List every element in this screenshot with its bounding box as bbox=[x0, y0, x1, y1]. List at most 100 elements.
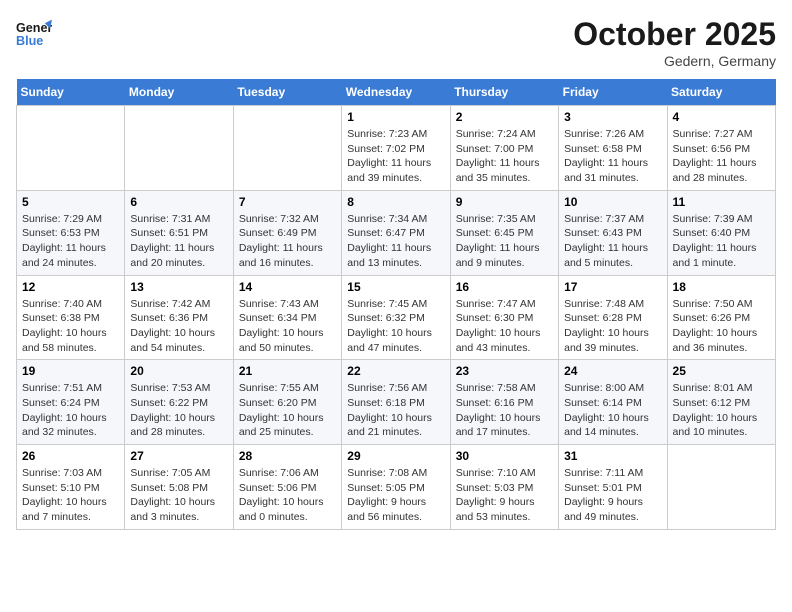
calendar-cell: 30Sunrise: 7:10 AM Sunset: 5:03 PM Dayli… bbox=[450, 445, 558, 530]
calendar-cell: 24 Sunrise: 8:00 AM Sunset: 6:14 PM Dayli… bbox=[559, 360, 667, 445]
day-number: 7 bbox=[239, 195, 336, 209]
day-number: 23 bbox=[456, 364, 553, 378]
day-number: 8 bbox=[347, 195, 444, 209]
calendar-cell: 9 Sunrise: 7:35 AM Sunset: 6:45 PM Daylig… bbox=[450, 190, 558, 275]
day-info: Sunrise: 7:24 AM Sunset: 7:00 PM Dayligh… bbox=[456, 127, 553, 186]
calendar-cell: 16Sunrise: 7:47 AM Sunset: 6:30 PM Dayli… bbox=[450, 275, 558, 360]
day-number: 19 bbox=[22, 364, 119, 378]
svg-text:Blue: Blue bbox=[16, 34, 43, 48]
weekday-header-tuesday: Tuesday bbox=[233, 79, 341, 106]
day-info: Sunrise: 7:40 AM Sunset: 6:38 PM Dayligh… bbox=[22, 297, 119, 356]
day-number: 9 bbox=[456, 195, 553, 209]
day-number: 16 bbox=[456, 280, 553, 294]
month-title: October 2025 bbox=[573, 16, 776, 53]
day-number: 6 bbox=[130, 195, 227, 209]
day-info: Sunrise: 7:45 AM Sunset: 6:32 PM Dayligh… bbox=[347, 297, 444, 356]
calendar-cell: 3Sunrise: 7:26 AM Sunset: 6:58 PM Daylig… bbox=[559, 106, 667, 191]
calendar-cell: 10 Sunrise: 7:37 AM Sunset: 6:43 PM Dayli… bbox=[559, 190, 667, 275]
calendar-cell: 2 Sunrise: 7:24 AM Sunset: 7:00 PM Daylig… bbox=[450, 106, 558, 191]
day-number: 29 bbox=[347, 449, 444, 463]
day-number: 18 bbox=[673, 280, 770, 294]
calendar-cell: 23 Sunrise: 7:58 AM Sunset: 6:16 PM Dayli… bbox=[450, 360, 558, 445]
weekday-header-saturday: Saturday bbox=[667, 79, 775, 106]
calendar-cell: 20 Sunrise: 7:53 AM Sunset: 6:22 PM Dayli… bbox=[125, 360, 233, 445]
day-number: 26 bbox=[22, 449, 119, 463]
day-number: 12 bbox=[22, 280, 119, 294]
day-info: Sunrise: 7:56 AM Sunset: 6:18 PM Dayligh… bbox=[347, 381, 444, 440]
calendar-cell: 11Sunrise: 7:39 AM Sunset: 6:40 PM Dayli… bbox=[667, 190, 775, 275]
calendar-cell bbox=[667, 445, 775, 530]
location: Gedern, Germany bbox=[573, 53, 776, 69]
calendar-cell: 7 Sunrise: 7:32 AM Sunset: 6:49 PM Daylig… bbox=[233, 190, 341, 275]
day-info: Sunrise: 7:08 AM Sunset: 5:05 PM Dayligh… bbox=[347, 466, 444, 525]
day-info: Sunrise: 7:05 AM Sunset: 5:08 PM Dayligh… bbox=[130, 466, 227, 525]
weekday-header-thursday: Thursday bbox=[450, 79, 558, 106]
calendar-cell: 19Sunrise: 7:51 AM Sunset: 6:24 PM Dayli… bbox=[17, 360, 125, 445]
day-number: 14 bbox=[239, 280, 336, 294]
day-number: 4 bbox=[673, 110, 770, 124]
day-number: 22 bbox=[347, 364, 444, 378]
day-info: Sunrise: 7:48 AM Sunset: 6:28 PM Dayligh… bbox=[564, 297, 661, 356]
title-block: October 2025 Gedern, Germany bbox=[573, 16, 776, 69]
day-info: Sunrise: 7:27 AM Sunset: 6:56 PM Dayligh… bbox=[673, 127, 770, 186]
calendar-cell: 18 Sunrise: 7:50 AM Sunset: 6:26 PM Dayli… bbox=[667, 275, 775, 360]
day-number: 15 bbox=[347, 280, 444, 294]
calendar-cell: 21 Sunrise: 7:55 AM Sunset: 6:20 PM Dayli… bbox=[233, 360, 341, 445]
day-number: 30 bbox=[456, 449, 553, 463]
day-number: 2 bbox=[456, 110, 553, 124]
calendar-cell: 12 Sunrise: 7:40 AM Sunset: 6:38 PM Dayli… bbox=[17, 275, 125, 360]
weekday-header-monday: Monday bbox=[125, 79, 233, 106]
day-number: 31 bbox=[564, 449, 661, 463]
day-info: Sunrise: 8:00 AM Sunset: 6:14 PM Dayligh… bbox=[564, 381, 661, 440]
day-info: Sunrise: 7:55 AM Sunset: 6:20 PM Dayligh… bbox=[239, 381, 336, 440]
day-number: 5 bbox=[22, 195, 119, 209]
day-number: 28 bbox=[239, 449, 336, 463]
calendar-week-4: 19Sunrise: 7:51 AM Sunset: 6:24 PM Dayli… bbox=[17, 360, 776, 445]
day-number: 21 bbox=[239, 364, 336, 378]
calendar-body: 1Sunrise: 7:23 AM Sunset: 7:02 PM Daylig… bbox=[17, 106, 776, 530]
day-info: Sunrise: 7:06 AM Sunset: 5:06 PM Dayligh… bbox=[239, 466, 336, 525]
weekday-header-sunday: Sunday bbox=[17, 79, 125, 106]
day-number: 13 bbox=[130, 280, 227, 294]
calendar-cell: 5 Sunrise: 7:29 AM Sunset: 6:53 PM Daylig… bbox=[17, 190, 125, 275]
calendar-header: SundayMondayTuesdayWednesdayThursdayFrid… bbox=[17, 79, 776, 106]
day-info: Sunrise: 7:37 AM Sunset: 6:43 PM Dayligh… bbox=[564, 212, 661, 271]
day-number: 11 bbox=[673, 195, 770, 209]
day-info: Sunrise: 7:50 AM Sunset: 6:26 PM Dayligh… bbox=[673, 297, 770, 356]
day-info: Sunrise: 7:42 AM Sunset: 6:36 PM Dayligh… bbox=[130, 297, 227, 356]
day-number: 24 bbox=[564, 364, 661, 378]
day-info: Sunrise: 7:58 AM Sunset: 6:16 PM Dayligh… bbox=[456, 381, 553, 440]
calendar-cell: 25Sunrise: 8:01 AM Sunset: 6:12 PM Dayli… bbox=[667, 360, 775, 445]
day-number: 27 bbox=[130, 449, 227, 463]
calendar-cell: 1Sunrise: 7:23 AM Sunset: 7:02 PM Daylig… bbox=[342, 106, 450, 191]
calendar-cell: 13 Sunrise: 7:42 AM Sunset: 6:36 PM Dayli… bbox=[125, 275, 233, 360]
day-info: Sunrise: 7:35 AM Sunset: 6:45 PM Dayligh… bbox=[456, 212, 553, 271]
day-info: Sunrise: 7:34 AM Sunset: 6:47 PM Dayligh… bbox=[347, 212, 444, 271]
calendar-cell: 31Sunrise: 7:11 AM Sunset: 5:01 PM Dayli… bbox=[559, 445, 667, 530]
logo-icon: General Blue bbox=[16, 16, 52, 52]
calendar-cell: 28 Sunrise: 7:06 AM Sunset: 5:06 PM Dayli… bbox=[233, 445, 341, 530]
day-info: Sunrise: 7:26 AM Sunset: 6:58 PM Dayligh… bbox=[564, 127, 661, 186]
calendar-cell bbox=[125, 106, 233, 191]
calendar-cell: 4 Sunrise: 7:27 AM Sunset: 6:56 PM Daylig… bbox=[667, 106, 775, 191]
calendar-week-1: 1Sunrise: 7:23 AM Sunset: 7:02 PM Daylig… bbox=[17, 106, 776, 191]
calendar-table: SundayMondayTuesdayWednesdayThursdayFrid… bbox=[16, 79, 776, 530]
day-info: Sunrise: 7:32 AM Sunset: 6:49 PM Dayligh… bbox=[239, 212, 336, 271]
day-number: 17 bbox=[564, 280, 661, 294]
calendar-cell bbox=[17, 106, 125, 191]
day-info: Sunrise: 7:53 AM Sunset: 6:22 PM Dayligh… bbox=[130, 381, 227, 440]
page-header: General Blue October 2025 Gedern, German… bbox=[16, 16, 776, 69]
calendar-cell: 14Sunrise: 7:43 AM Sunset: 6:34 PM Dayli… bbox=[233, 275, 341, 360]
day-info: Sunrise: 8:01 AM Sunset: 6:12 PM Dayligh… bbox=[673, 381, 770, 440]
day-info: Sunrise: 7:29 AM Sunset: 6:53 PM Dayligh… bbox=[22, 212, 119, 271]
calendar-cell: 8 Sunrise: 7:34 AM Sunset: 6:47 PM Daylig… bbox=[342, 190, 450, 275]
weekday-header-wednesday: Wednesday bbox=[342, 79, 450, 106]
day-info: Sunrise: 7:03 AM Sunset: 5:10 PM Dayligh… bbox=[22, 466, 119, 525]
calendar-week-3: 12 Sunrise: 7:40 AM Sunset: 6:38 PM Dayli… bbox=[17, 275, 776, 360]
day-info: Sunrise: 7:31 AM Sunset: 6:51 PM Dayligh… bbox=[130, 212, 227, 271]
weekday-header-friday: Friday bbox=[559, 79, 667, 106]
day-number: 20 bbox=[130, 364, 227, 378]
calendar-cell bbox=[233, 106, 341, 191]
calendar-cell: 26 Sunrise: 7:03 AM Sunset: 5:10 PM Dayli… bbox=[17, 445, 125, 530]
day-number: 10 bbox=[564, 195, 661, 209]
